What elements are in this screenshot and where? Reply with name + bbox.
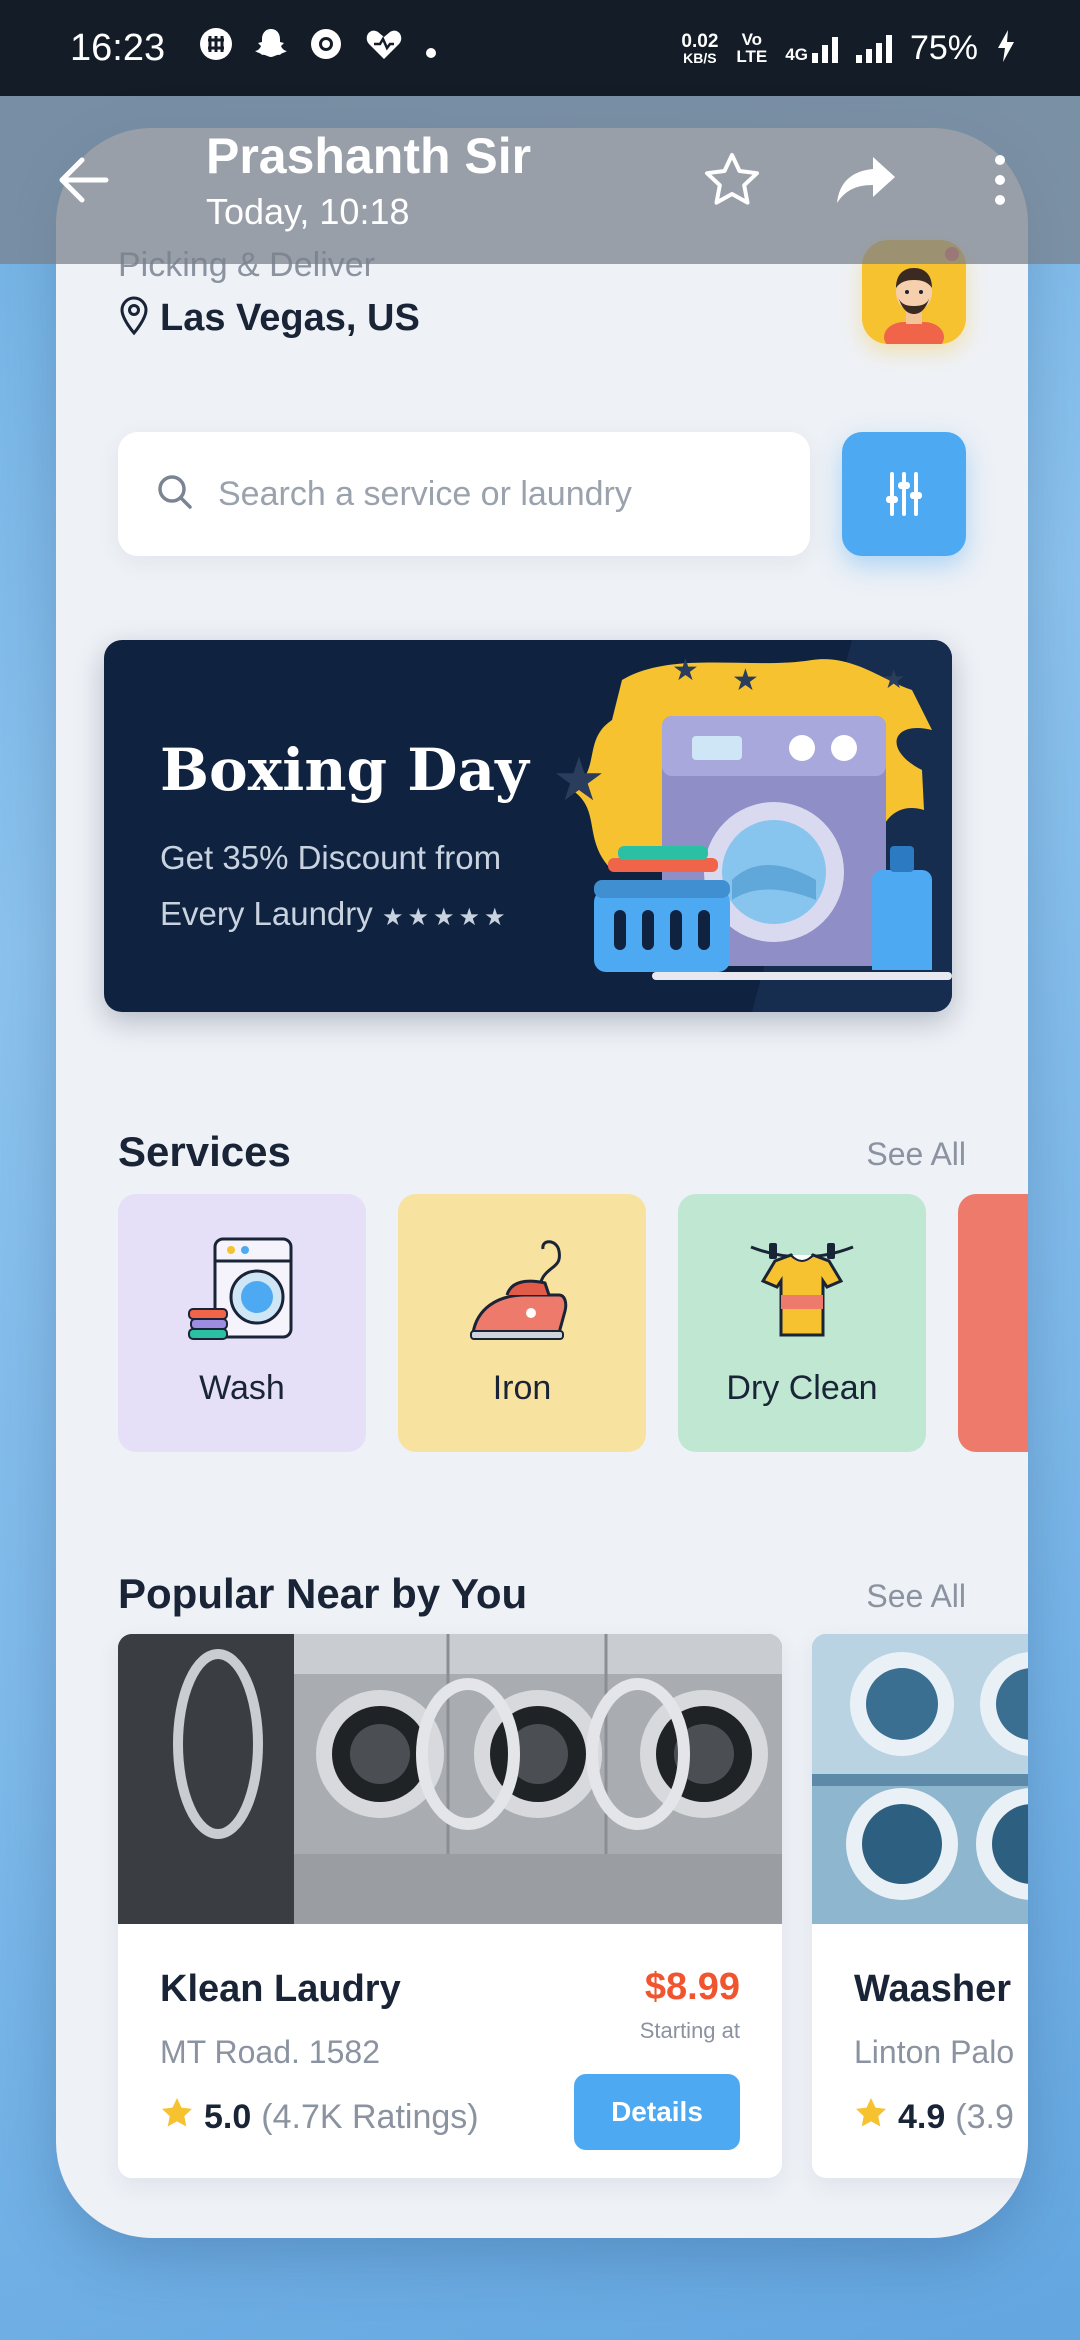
services-title: Services bbox=[118, 1128, 291, 1175]
filter-button[interactable] bbox=[842, 432, 966, 556]
share-forward-icon bbox=[837, 157, 895, 203]
banner-stars: ★★★★★ bbox=[381, 904, 510, 931]
signal-bars-icon bbox=[811, 33, 838, 63]
contact-name: Prashanth Sir bbox=[206, 128, 532, 184]
back-button[interactable] bbox=[48, 144, 120, 216]
shop-address: MT Road. 1582 bbox=[160, 2034, 380, 2070]
signal-4g: 4G bbox=[785, 33, 838, 63]
laundromat-photo bbox=[118, 1634, 782, 1924]
status-time: 16:23 bbox=[70, 26, 166, 69]
shop-rating: 5.0 (4.7K Ratings) bbox=[160, 2096, 479, 2139]
service-dry-clean[interactable]: Dry Clean bbox=[678, 1194, 926, 1452]
forward-button[interactable] bbox=[834, 148, 898, 212]
laundromat-photo bbox=[812, 1634, 1028, 1924]
arrow-left-icon bbox=[59, 157, 109, 203]
shop-card[interactable]: Waasher Linton Palo 4.9 (3.9 bbox=[812, 1634, 1028, 2178]
svg-text:★: ★ bbox=[732, 664, 759, 697]
washing-machine-illustration: ★ ★ ★ ★ bbox=[552, 640, 952, 1012]
iron-icon bbox=[467, 1233, 577, 1343]
sliders-icon bbox=[886, 472, 922, 516]
health-heart-icon bbox=[365, 27, 403, 70]
banner-title: Boxing Day bbox=[160, 736, 529, 804]
slack-icon bbox=[199, 27, 233, 70]
image-viewer-header: Prashanth Sir Today, 10:18 bbox=[0, 96, 1080, 264]
volte-indicator: Vo LTE bbox=[736, 30, 768, 66]
details-button[interactable]: Details bbox=[574, 2074, 740, 2150]
message-timestamp: Today, 10:18 bbox=[206, 191, 410, 232]
shop-address: Linton Palo bbox=[854, 2034, 1015, 2070]
star-outline-icon bbox=[705, 153, 759, 205]
signal-bars-icon bbox=[855, 33, 892, 63]
popular-title: Popular Near by You bbox=[118, 1570, 528, 1617]
map-pin-icon bbox=[118, 296, 150, 341]
location-text: Las Vegas, US bbox=[160, 297, 420, 339]
washing-machine-icon bbox=[187, 1233, 297, 1343]
battery-level: 75% bbox=[909, 28, 978, 67]
svg-text:★: ★ bbox=[882, 664, 905, 694]
service-wash[interactable]: Wash bbox=[118, 1194, 366, 1452]
shop-price: $8.99 bbox=[644, 1966, 740, 2008]
star-icon bbox=[854, 2096, 888, 2139]
more-options-button[interactable] bbox=[968, 148, 1032, 212]
svg-text:★: ★ bbox=[552, 746, 606, 813]
search-input[interactable] bbox=[218, 474, 778, 514]
star-icon bbox=[160, 2096, 194, 2139]
shop-rating: 4.9 (3.9 bbox=[854, 2096, 1014, 2139]
app-mockup: Picking & Deliver Las Vegas, US Search a… bbox=[56, 128, 1028, 2238]
shop-card[interactable]: Klean Laudry MT Road. 1582 5.0 (4.7K Rat… bbox=[118, 1634, 782, 2178]
location-selector[interactable]: Las Vegas, US bbox=[118, 296, 420, 341]
services-see-all-link[interactable]: See All bbox=[866, 1136, 966, 1173]
popular-see-all-link[interactable]: See All bbox=[866, 1578, 966, 1615]
viewer-titles: Prashanth Sir Today, 10:18 bbox=[206, 127, 531, 233]
service-label: Iron bbox=[492, 1369, 552, 1407]
service-iron[interactable]: Iron bbox=[398, 1194, 646, 1452]
star-button[interactable] bbox=[700, 148, 764, 212]
more-vertical-icon bbox=[995, 155, 1005, 205]
shirt-hanger-icon bbox=[747, 1233, 857, 1343]
search-bar[interactable] bbox=[118, 432, 810, 556]
status-bar: 16:23 0.02 KB/S Vo LTE 4G 75% bbox=[0, 0, 1080, 96]
snapchat-icon bbox=[255, 27, 288, 70]
service-partial[interactable] bbox=[958, 1194, 1028, 1452]
chrome-icon bbox=[309, 27, 343, 70]
shop-name: Waasher bbox=[854, 1968, 1011, 2010]
notification-icons bbox=[199, 27, 437, 70]
svg-text:★: ★ bbox=[672, 654, 699, 687]
shop-price-note: Starting at bbox=[639, 2018, 740, 2043]
search-icon bbox=[156, 473, 194, 516]
service-label: Wash bbox=[199, 1369, 285, 1407]
dot-icon bbox=[425, 29, 437, 68]
service-label: Dry Clean bbox=[726, 1369, 878, 1407]
banner-subtitle: Get 35% Discount from Every Laundry ★★★★… bbox=[160, 839, 510, 932]
charging-icon bbox=[996, 29, 1016, 68]
promo-banner[interactable]: Boxing Day Get 35% Discount from Every L… bbox=[104, 640, 952, 1012]
network-speed: 0.02 KB/S bbox=[681, 30, 719, 66]
shop-name: Klean Laudry bbox=[160, 1968, 401, 2010]
